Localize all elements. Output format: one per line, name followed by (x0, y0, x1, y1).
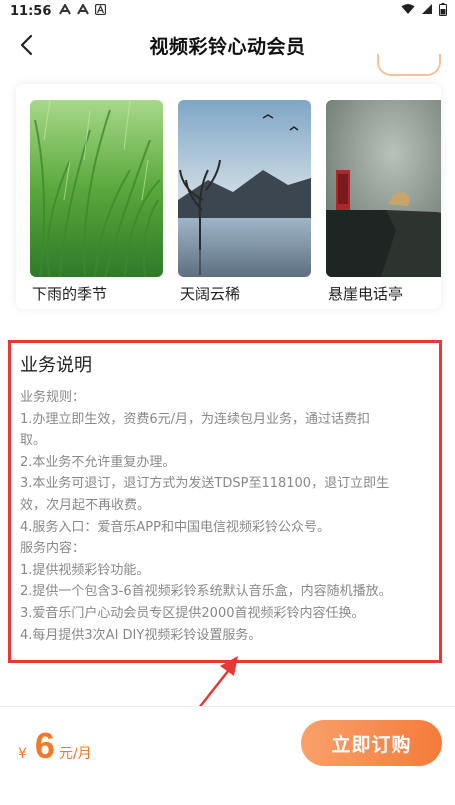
description-line: 2.本业务不允许重复办理。 (20, 454, 176, 470)
price: ¥ 6 元/月 (18, 725, 92, 767)
a-notification-icon (77, 2, 90, 18)
bottom-bar: ¥ 6 元/月 立即订购 (0, 706, 455, 805)
description-line: 2.提供一个包含3-6首视频彩铃系统默认音乐盒，内容随机播放。 (20, 584, 392, 600)
ringtone-name: 下雨的季节 (32, 285, 108, 303)
a-notification-icon (59, 2, 72, 18)
ringtone-name: 悬崖电话亭 (328, 285, 404, 303)
description-line: 服务内容： (20, 541, 86, 557)
ringtone-list: 下雨的季节 天阔云稀 悬崖电话亭 (16, 84, 441, 309)
ringtone-card[interactable]: 天阔云稀 (178, 100, 311, 304)
description-line: 4.每月提供3次AI DIY视频彩铃设置服务。 (20, 627, 262, 643)
description-title: 业务说明 (20, 355, 92, 376)
back-button[interactable] (10, 28, 42, 62)
ringtone-card[interactable]: 下雨的季节 (30, 100, 163, 304)
chevron-left-icon (20, 34, 33, 56)
status-time: 11:56 (10, 3, 52, 19)
ringtone-card[interactable]: 悬崖电话亭 (326, 100, 441, 304)
description-line: 1.办理立即生效，资费6元/月，为连续包月业务，通过话费扣 (20, 411, 371, 427)
subscribe-button[interactable]: 立即订购 (301, 720, 442, 766)
tag-pill (377, 54, 441, 76)
ringtone-thumbnail (30, 100, 163, 277)
status-notifications (59, 2, 107, 18)
price-currency: ¥ (18, 746, 27, 762)
battery-icon (439, 2, 447, 20)
description-line: 取。 (20, 433, 47, 449)
wifi-icon (401, 3, 415, 19)
description-line: 1.提供视频彩铃功能。 (20, 562, 150, 578)
price-unit: 元/月 (58, 746, 92, 762)
status-bar: 11:56 (0, 0, 455, 22)
description-line: 业务规则： (20, 390, 86, 405)
description-line: 4.服务入口：爱音乐APP和中国电信视频彩铃公众号。 (20, 519, 330, 535)
price-amount: 6 (34, 725, 55, 766)
ringtone-name: 天阔云稀 (180, 285, 241, 303)
a-boxed-notification-icon (95, 3, 107, 18)
ringtone-thumbnail (178, 100, 311, 277)
business-description: 业务说明 业务规则： 1.办理立即生效，资费6元/月，为连续包月业务，通过话费扣… (8, 340, 442, 663)
page-title: 视频彩铃心动会员 (149, 35, 306, 58)
description-line: 效，次月起不再收费。 (20, 497, 151, 513)
description-line: 3.爱音乐门户心动会员专区提供2000首视频彩铃内容任换。 (20, 605, 365, 621)
description-line: 3.本业务可退订，退订方式为发送TDSP至118100，退订立即生 (20, 476, 390, 492)
ringtone-thumbnail (326, 100, 441, 277)
cellular-signal-icon (421, 3, 433, 19)
